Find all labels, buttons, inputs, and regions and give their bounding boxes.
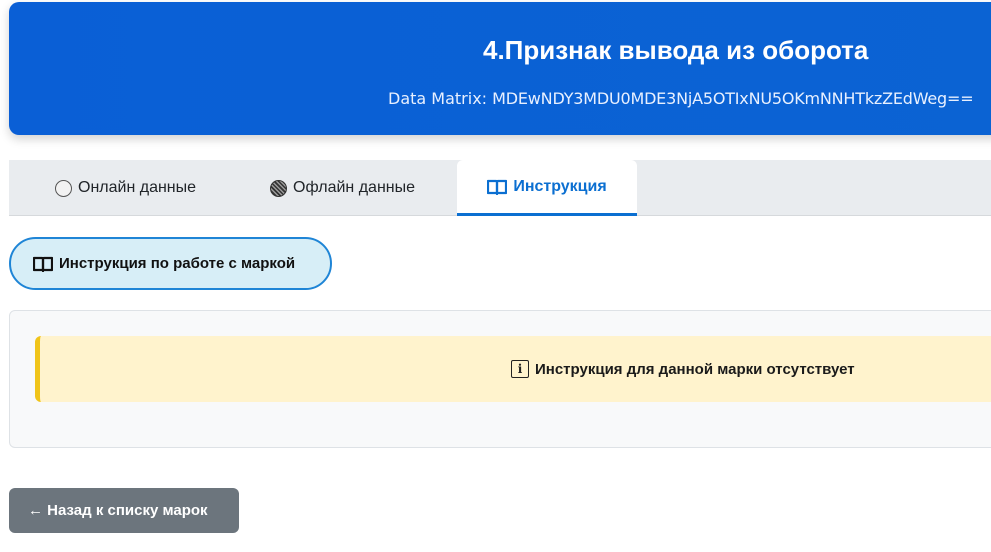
tab-offline-data[interactable]: Офлайн данные [270,160,415,216]
alert-message: Инструкция для данной марки отсутствует [535,360,855,378]
book-icon [33,256,53,272]
tab-bar: Онлайн данные Офлайн данные Инструкция [9,160,991,216]
datamatrix-label: Data Matrix: [388,89,488,108]
radio-empty-icon [55,179,72,197]
book-icon [487,179,508,195]
info-icon: i [511,360,529,378]
tab-label: Инструкция [513,177,607,195]
radio-hatched-icon [270,179,287,197]
datamatrix-line: Data Matrix: MDEwNDY3MDU0MDE3NjA5OTIxNU5… [388,89,974,108]
page-title: 4.Признак вывода из оборота [483,35,869,65]
back-to-list-button[interactable]: ← Назад к списку марок [9,488,239,533]
instruction-button[interactable]: Инструкция по работе с маркой [9,237,332,290]
alert-content: i Инструкция для данной марки отсутствуе… [511,336,855,402]
instruction-button-label: Инструкция по работе с маркой [59,255,296,272]
tab-instruction[interactable]: Инструкция [457,160,637,216]
tab-online-data[interactable]: Онлайн данные [55,160,196,216]
tab-label: Онлайн данные [78,179,197,196]
tab-label: Офлайн данные [293,179,416,196]
instruction-card: i Инструкция для данной марки отсутствуе… [9,310,991,448]
datamatrix-value: MDEwNDY3MDU0MDE3NjA5OTIxNU5OKmNNHTkzZEdW… [492,89,974,108]
no-instruction-alert: i Инструкция для данной марки отсутствуе… [35,336,991,402]
page: 4.Признак вывода из оборота Data Matrix:… [0,0,991,552]
header-banner: 4.Признак вывода из оборота Data Matrix:… [9,2,991,135]
